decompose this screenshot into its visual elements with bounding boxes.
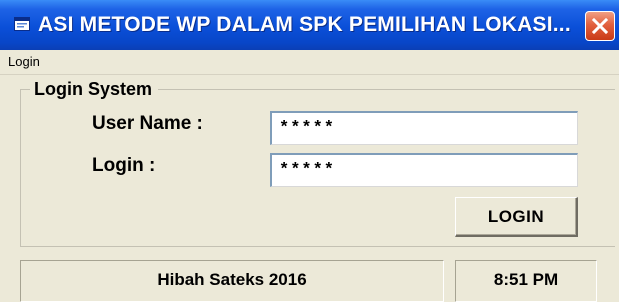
password-field[interactable] [270, 153, 578, 187]
menu-bar: Login [0, 50, 619, 75]
username-label: User Name : [92, 113, 203, 134]
title-bar[interactable]: ASI METODE WP DALAM SPK PEMILIHAN LOKASI… [0, 0, 619, 50]
close-button[interactable] [585, 11, 615, 41]
status-panel-info: Hibah Sateks 2016 [20, 260, 444, 302]
username-field[interactable] [270, 111, 578, 145]
window-title: ASI METODE WP DALAM SPK PEMILIHAN LOKASI… [38, 13, 571, 36]
app-window-icon [14, 17, 30, 31]
close-icon [591, 17, 609, 35]
menu-item-login[interactable]: Login [8, 50, 40, 74]
login-window: ASI METODE WP DALAM SPK PEMILIHAN LOKASI… [0, 0, 619, 302]
password-label: Login : [92, 155, 156, 176]
status-panel-clock: 8:51 PM [455, 260, 597, 302]
group-title: Login System [30, 78, 159, 100]
login-button[interactable]: LOGIN [455, 197, 578, 237]
status-bar: Hibah Sateks 2016 8:51 PM [0, 256, 619, 302]
